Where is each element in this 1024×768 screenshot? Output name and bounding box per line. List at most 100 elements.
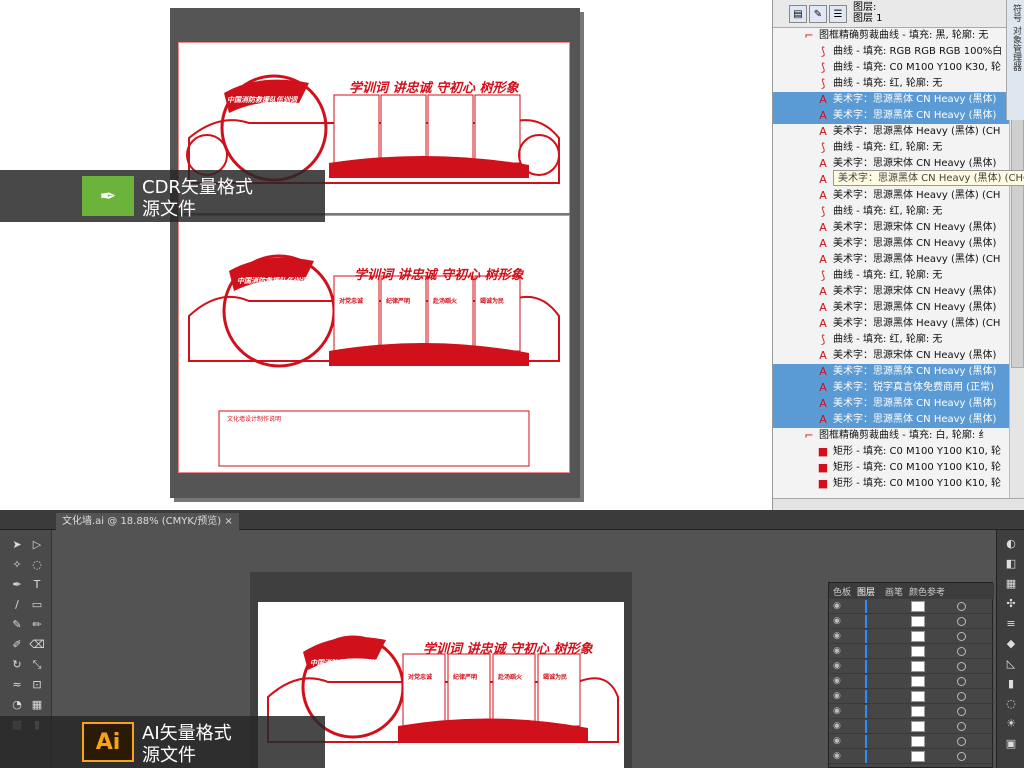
close-tab-icon[interactable]: × [224,516,232,527]
illustrator-doc-tab[interactable]: 文化墙.ai @ 18.88% (CMYK/预览) × [56,513,239,530]
ai-layer-row[interactable]: ◉ [829,614,994,629]
visibility-eye-icon[interactable]: ◉ [833,631,843,641]
tab-brushes[interactable]: 画笔 [885,585,903,598]
layers-icon[interactable]: ≡ [1003,616,1019,632]
layer-row[interactable]: A 美术字：思源黑体 CN Heavy (黑体) [773,396,1009,412]
shape-builder-tool-icon[interactable]: ◔ [8,696,26,714]
ai-layer-row[interactable]: ◉ [829,644,994,659]
layer-row[interactable]: A 美术字：思源黑体 Heavy (黑体) (CH [773,316,1009,332]
visibility-eye-icon[interactable]: ◉ [833,736,843,746]
docker-tab-1[interactable]: 符号 [1010,4,1023,22]
ai-layer-row[interactable]: ◉ [829,734,994,749]
target-circle-icon[interactable] [957,692,966,701]
stroke-icon[interactable]: ◺ [1003,656,1019,672]
target-circle-icon[interactable] [957,662,966,671]
visibility-eye-icon[interactable]: ◉ [833,676,843,686]
layer-row[interactable]: ⟆ 曲线 - 填充: 红, 轮廓: 无 [773,332,1009,348]
target-circle-icon[interactable] [957,752,966,761]
blob-brush-tool-icon[interactable]: ✐ [8,636,26,654]
ai-layer-list[interactable]: ◉ ◉ ◉ ◉ ◉ ◉ ◉ ◉ ◉ ◉ ◉ [829,599,994,768]
ai-layer-row[interactable]: ◉ [829,674,994,689]
warp-tool-icon[interactable]: ≈ [8,676,26,694]
ai-layer-row[interactable]: ◉ [829,659,994,674]
visibility-eye-icon[interactable]: ◉ [833,751,843,761]
eraser-tool-icon[interactable]: ⌫ [28,636,46,654]
appearance-icon[interactable]: ☀ [1003,716,1019,732]
ai-layer-row[interactable]: ◉ [829,629,994,644]
target-circle-icon[interactable] [957,737,966,746]
layer-tree[interactable]: ⌐ 图框精确剪裁曲线 - 填充: 黑, 轮廓: 无 ⟆ 曲线 - 填充: RGB RG… [773,28,1009,498]
rectangle-tool-icon[interactable]: ▭ [28,596,46,614]
layer-row[interactable]: ⟆ 曲线 - 填充: RGB RGB RGB 100%白 [773,44,1009,60]
target-circle-icon[interactable] [957,602,966,611]
visibility-eye-icon[interactable]: ◉ [833,706,843,716]
visibility-eye-icon[interactable]: ◉ [833,691,843,701]
ai-layer-row[interactable]: ◉ [829,719,994,734]
pen-tool-icon[interactable]: ✒ [8,576,26,594]
layer-row[interactable]: A 美术字：思源宋体 CN Heavy (黑体) [773,348,1009,364]
color-panel-icon[interactable]: ◐ [1003,536,1019,552]
rotate-tool-icon[interactable]: ↻ [8,656,26,674]
line-tool-icon[interactable]: / [8,596,26,614]
layer-row[interactable]: A 美术字：锐字真言体免费商用 (正常) [773,380,1009,396]
layer-row[interactable]: A 美术字：思源黑体 Heavy (黑体) (CH [773,252,1009,268]
tab-color-guide[interactable]: 颜色参考 [909,585,945,598]
target-circle-icon[interactable] [957,677,966,686]
brushes-icon[interactable]: ✣ [1003,596,1019,612]
layer-row[interactable]: ⟆ 曲线 - 填充: 红, 轮廓: 无 [773,76,1009,92]
selection-tool-icon[interactable]: ➤ [8,536,26,554]
scale-tool-icon[interactable]: ⤡ [28,656,46,674]
layer-row[interactable]: ⟆ 曲线 - 填充: 红, 轮廓: 无 [773,140,1009,156]
layer-view-icon[interactable]: ☰ [829,5,847,23]
layer-row[interactable]: A 美术字：思源黑体 CN Heavy (黑体) [773,300,1009,316]
perspective-tool-icon[interactable]: ▦ [28,696,46,714]
target-circle-icon[interactable] [957,647,966,656]
visibility-eye-icon[interactable]: ◉ [833,616,843,626]
target-circle-icon[interactable] [957,632,966,641]
transparency-icon[interactable]: ◌ [1003,696,1019,712]
magic-wand-tool-icon[interactable]: ✧ [8,556,26,574]
tab-swatches[interactable]: 色板 [833,585,851,598]
layer-row[interactable]: ■ 矩形 - 填充: C0 M100 Y100 K10, 轮 [773,476,1009,492]
layer-row[interactable]: ⟆ 曲线 - 填充: 红, 轮廓: 无 [773,268,1009,284]
layer-row[interactable]: ⌐ 图框精确剪裁曲线 - 填充: 白, 轮廓: 纟 [773,428,1009,444]
layer-row[interactable]: A 美术字：思源黑体 CN Heavy (黑体) [773,236,1009,252]
layer-row[interactable]: ⟆ 曲线 - 填充: 红, 轮廓: 无 [773,204,1009,220]
layer-row[interactable]: ■ 矩形 - 填充: C0 M100 Y100 K10, 轮 [773,460,1009,476]
ai-layer-row[interactable]: ◉ [829,599,994,614]
ai-layer-row[interactable]: ◉ [829,704,994,719]
cdr-annotated-artwork[interactable]: 学训词 讲忠诚 守初心 树形象 中国消防救援队伍训词 对党忠诚 纪律严明 赴汤蹈… [178,215,570,473]
layer-row[interactable]: A 美术字：思源宋体 CN Heavy (黑体) [773,220,1009,236]
layer-row[interactable]: ⌐ 图框精确剪裁曲线 - 填充: 黑, 轮廓: 无 [773,28,1009,44]
tab-layers[interactable]: 图层 [857,585,875,598]
layer-row[interactable]: A 美术字：思源黑体 CN Heavy (黑体) [773,92,1009,108]
layer-edit-icon[interactable]: ✎ [809,5,827,23]
ai-layer-row[interactable]: ◉ [829,749,994,764]
docker-tab-2[interactable]: 对象管理器 [1010,26,1023,71]
target-circle-icon[interactable] [957,722,966,731]
free-transform-tool-icon[interactable]: ⊡ [28,676,46,694]
visibility-eye-icon[interactable]: ◉ [833,661,843,671]
layer-row[interactable]: A 美术字：思源黑体 CN Heavy (黑体) [773,412,1009,428]
swatches-icon[interactable]: ▦ [1003,576,1019,592]
lasso-tool-icon[interactable]: ◌ [28,556,46,574]
target-circle-icon[interactable] [957,707,966,716]
target-circle-icon[interactable] [957,617,966,626]
layer-row[interactable]: A 美术字：思源宋体 CN Heavy (黑体) [773,284,1009,300]
type-tool-icon[interactable]: T [28,576,46,594]
visibility-eye-icon[interactable]: ◉ [833,646,843,656]
visibility-eye-icon[interactable]: ◉ [833,721,843,731]
layer-row[interactable]: A 美术字：思源黑体 CN Heavy (黑体) [773,364,1009,380]
symbols-icon[interactable]: ◆ [1003,636,1019,652]
layer-options-icon[interactable]: ▤ [789,5,807,23]
layer-row[interactable]: ■ 矩形 - 填充: C0 M100 Y100 K10, 轮 [773,444,1009,460]
paintbrush-tool-icon[interactable]: ✎ [8,616,26,634]
layer-row[interactable]: A 美术字：思源黑体 Heavy (黑体) (CH [773,188,1009,204]
layer-row[interactable]: A 美术字：思源黑体 Heavy (黑体) (CH [773,124,1009,140]
direct-selection-tool-icon[interactable]: ▷ [28,536,46,554]
layer-row[interactable]: A 美术字：思源黑体 CN Heavy (黑体) [773,108,1009,124]
ai-layer-row[interactable]: ◉ [829,689,994,704]
color-guide-icon[interactable]: ◧ [1003,556,1019,572]
visibility-eye-icon[interactable]: ◉ [833,601,843,611]
graphic-styles-icon[interactable]: ▣ [1003,736,1019,752]
